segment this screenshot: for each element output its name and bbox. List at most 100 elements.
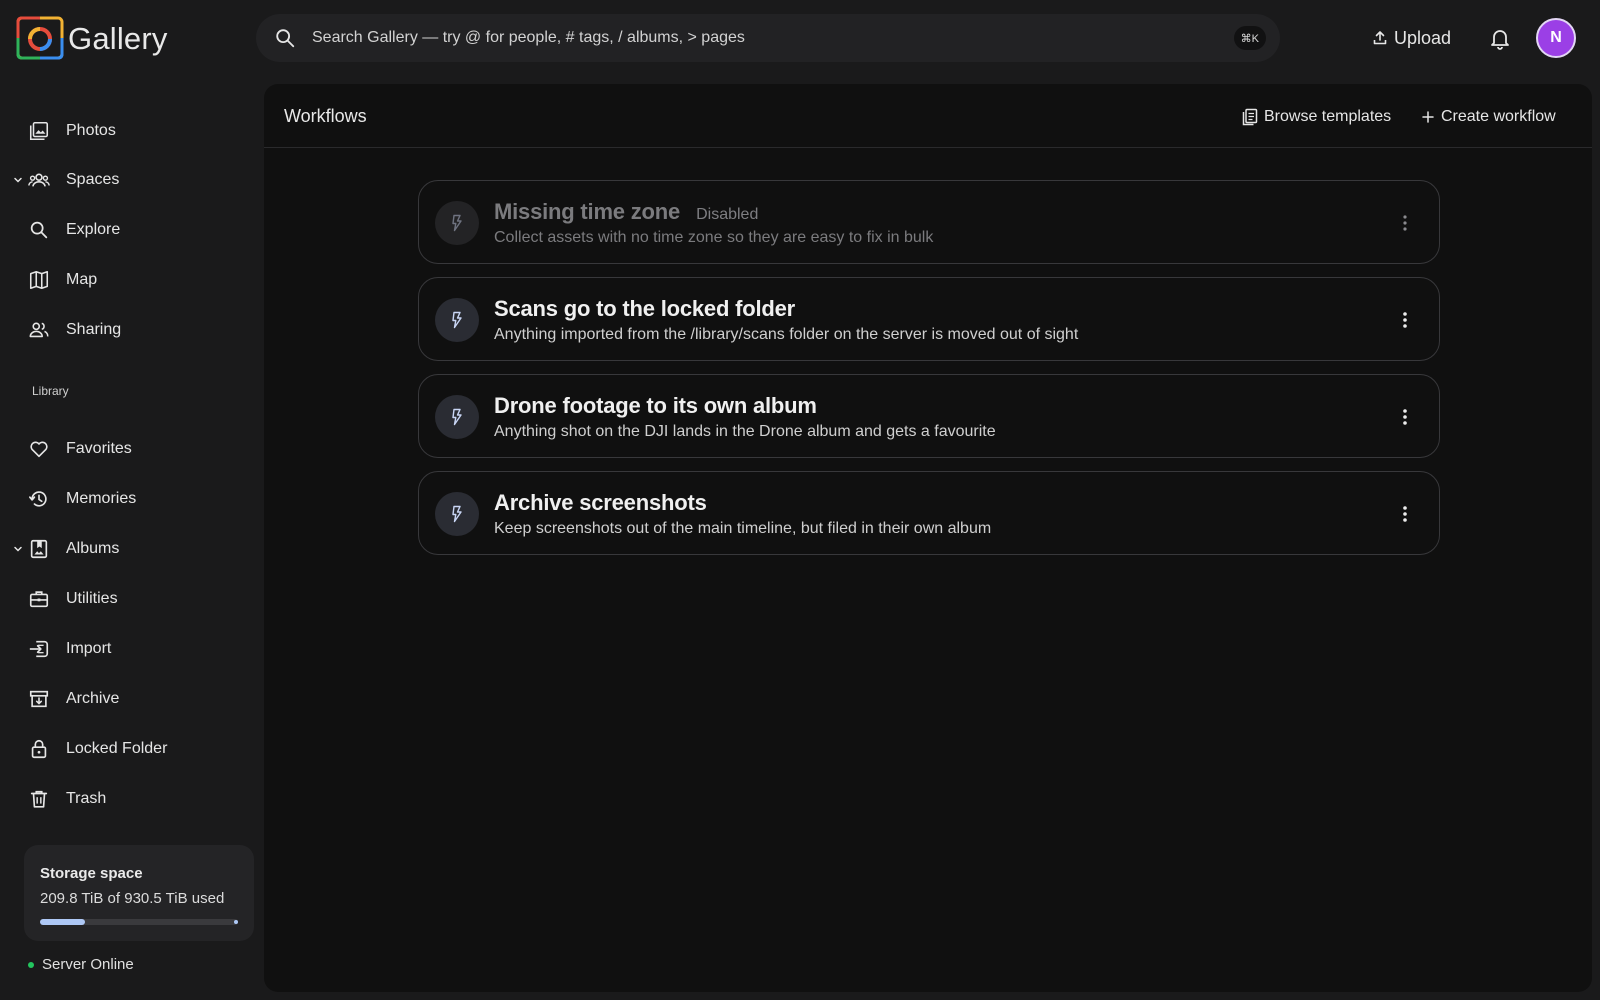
sidebar-item-utilities[interactable]: Utilities <box>0 577 256 621</box>
workflow-icon-badge <box>435 395 479 439</box>
trash-icon <box>30 790 48 808</box>
sidebar-item-label: Import <box>66 640 112 657</box>
map-icon <box>29 270 49 290</box>
sidebar-item-memories[interactable]: Memories <box>0 477 256 521</box>
workflow-description: Anything imported from the /library/scan… <box>494 326 1079 343</box>
archive-icon <box>29 690 49 708</box>
sidebar-item-label: Explore <box>66 221 121 238</box>
lock-icon <box>31 739 47 759</box>
create-workflow-button[interactable]: Create workflow <box>1421 104 1556 130</box>
browse-templates-label: Browse templates <box>1264 108 1392 125</box>
workflow-title: Archive screenshots <box>494 490 707 515</box>
toolbox-icon <box>29 591 49 608</box>
workflow-card[interactable]: Missing time zone Disabled Collect assets… <box>418 180 1440 264</box>
sidebar-item-trash[interactable]: Trash <box>0 777 256 821</box>
sidebar-item-favorites[interactable]: Favorites <box>0 427 256 471</box>
sidebar-item-label: Locked Folder <box>66 740 168 757</box>
workflow-card[interactable]: Scans go to the locked folder Anything i… <box>418 277 1440 361</box>
workflow-menu-button[interactable] <box>1391 209 1419 237</box>
sidebar-item-label: Archive <box>66 690 120 707</box>
storage-title: Storage space <box>40 865 143 882</box>
workflow-title: Missing time zone Disabled <box>494 199 758 225</box>
sidebar-item-label: Utilities <box>66 590 118 607</box>
workflow-title-text: Missing time zone <box>494 199 681 224</box>
status-online-dot <box>28 961 34 968</box>
search-icon[interactable] <box>274 27 296 49</box>
workflow-card[interactable]: Archive screenshots Keep screenshots out… <box>418 471 1440 555</box>
main-panel: Workflows Browse templates Create workfl… <box>264 84 1592 992</box>
notifications-bell-icon[interactable] <box>1488 26 1512 50</box>
sidebar-item-spaces[interactable]: Spaces <box>0 158 256 202</box>
sidebar-item-label: Favorites <box>66 440 132 457</box>
upload-button-label: Upload <box>1394 27 1452 48</box>
workflow-description: Keep screenshots out of the main timelin… <box>494 520 992 537</box>
sidebar-item-photos[interactable]: Photos <box>0 109 256 153</box>
sidebar-item-label: Spaces <box>66 171 120 188</box>
sidebar-item-sharing[interactable]: Sharing <box>0 308 256 352</box>
storage-progress-bar <box>40 919 238 925</box>
workflow-icon-badge <box>435 492 479 536</box>
search-input[interactable]: Search Gallery — try @ for people, # tag… <box>312 29 1234 47</box>
workflow-menu-button[interactable] <box>1391 306 1419 334</box>
workflow-icon-badge <box>435 298 479 342</box>
sidebar-item-label: Memories <box>66 490 137 507</box>
people-icon <box>28 173 50 187</box>
upload-button[interactable]: Upload <box>1372 22 1451 54</box>
workflow-title: Scans go to the locked folder <box>494 296 796 321</box>
sidebar-item-label: Albums <box>66 540 120 557</box>
more-vertical-icon <box>1403 215 1407 231</box>
history-icon <box>29 491 47 507</box>
sidebar-item-explore[interactable]: Explore <box>0 208 256 252</box>
lightning-bolt-icon <box>452 408 462 426</box>
heart-icon <box>30 441 48 458</box>
search-bar[interactable]: Search Gallery — try @ for people, # tag… <box>256 14 1280 62</box>
search-shortcut-badge: ⌘K <box>1233 26 1266 50</box>
document-icon <box>1242 108 1258 126</box>
gallery-logo-icon <box>16 16 64 60</box>
storage-widget: Storage space 209.8 TiB of 930.5 TiB use… <box>24 845 254 941</box>
app-name: Gallery <box>68 21 168 56</box>
chevron-down-icon[interactable] <box>12 543 24 555</box>
sidebar-item-locked-folder[interactable]: Locked Folder <box>0 727 256 771</box>
album-icon <box>30 539 48 559</box>
more-vertical-icon <box>1403 409 1407 425</box>
sharing-icon <box>29 322 49 338</box>
workflow-status-badge: Disabled <box>696 206 759 223</box>
workflow-icon-badge <box>435 201 479 245</box>
plus-icon <box>1422 111 1434 123</box>
browse-templates-button[interactable]: Browse templates <box>1242 104 1391 130</box>
search-icon <box>30 221 48 239</box>
create-workflow-label: Create workflow <box>1441 108 1556 125</box>
more-vertical-icon <box>1403 506 1407 522</box>
sidebar-item-label: Sharing <box>66 321 122 338</box>
page-title: Workflows <box>284 106 367 126</box>
sidebar-item-label: Photos <box>66 122 116 139</box>
upload-icon <box>1373 31 1387 45</box>
chevron-down-icon[interactable] <box>12 174 24 186</box>
workflow-card[interactable]: Drone footage to its own album Anything … <box>418 374 1440 458</box>
sidebar-item-archive[interactable]: Archive <box>0 677 256 721</box>
workflow-title: Drone footage to its own album <box>494 393 817 418</box>
workflow-menu-button[interactable] <box>1391 403 1419 431</box>
user-avatar[interactable]: N <box>1536 18 1576 58</box>
sidebar-item-map[interactable]: Map <box>0 258 256 302</box>
page-header: Workflows Browse templates Create workfl… <box>264 84 1592 148</box>
library-section-label: Library <box>32 384 69 398</box>
sidebar-item-label: Trash <box>66 790 107 807</box>
workflow-description: Anything shot on the DJI lands in the Dr… <box>494 423 996 440</box>
lightning-bolt-icon <box>452 214 462 232</box>
storage-progress-end-dot <box>234 920 238 924</box>
photos-icon <box>29 121 49 141</box>
storage-used-text: 209.8 TiB of 930.5 TiB used <box>40 890 225 907</box>
app-logo[interactable]: Gallery <box>16 14 168 62</box>
server-status: Server Online <box>28 956 134 973</box>
more-vertical-icon <box>1403 312 1407 328</box>
import-icon <box>29 640 49 658</box>
sidebar-item-import[interactable]: Import <box>0 627 256 671</box>
workflow-menu-button[interactable] <box>1391 500 1419 528</box>
workflow-description: Collect assets with no time zone so they… <box>494 229 934 246</box>
server-status-text: Server Online <box>42 956 134 973</box>
sidebar-item-albums[interactable]: Albums <box>0 527 256 571</box>
storage-progress-fill <box>40 919 85 925</box>
sidebar-item-label: Map <box>66 271 98 288</box>
